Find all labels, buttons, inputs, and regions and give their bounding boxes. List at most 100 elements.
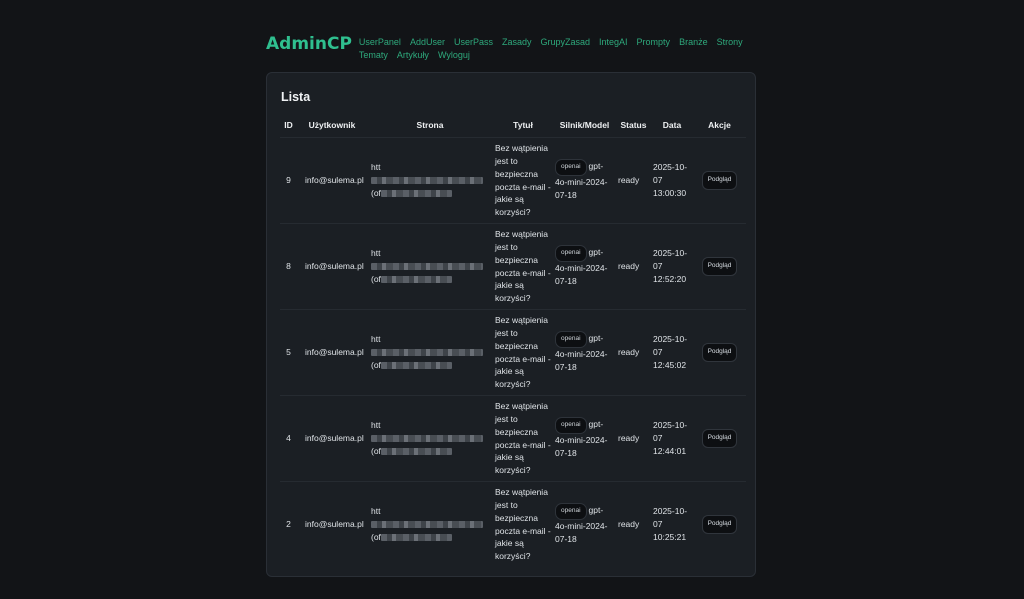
nav-menu: UserPanel AddUser UserPass Zasady GrupyZ… [359,34,766,62]
redacted-url-block [371,177,483,185]
column-header-user: Użytkownik [308,120,356,130]
cell-title: Bez wątpienia jest to bezpieczna poczta … [493,309,553,396]
cell-status: ready [616,223,651,310]
redacted-url-block [380,534,452,542]
table-row: 5 info@sulema.pl htt (of Bez wątpienia j… [280,309,746,396]
cell-engine: openai gpt-4o-mini-2024-07-18 [553,395,616,482]
app-logo[interactable]: AdminCP [266,34,352,54]
nav-link-prompty[interactable]: Prompty [637,36,671,49]
cell-user: info@sulema.pl [297,223,367,310]
cell-date: 2025-10-07 13:00:30 [651,137,693,224]
engine-badge: openai [555,503,587,521]
column-header-status: Status [620,120,647,130]
site-url-prefix: htt [371,506,381,517]
redacted-url-block [371,349,483,357]
cell-user: info@sulema.pl [297,309,367,396]
preview-button[interactable]: Podgląd [701,257,738,276]
nav-link-branze[interactable]: Branże [679,36,708,49]
column-header-title: Tytuł [513,120,533,130]
cell-user: info@sulema.pl [297,395,367,482]
redacted-url-block [380,362,452,370]
column-header-id: ID [284,120,293,130]
nav-link-zasady[interactable]: Zasady [502,36,532,49]
table-row: 2 info@sulema.pl htt (of Bez wątpienia j… [280,481,746,567]
table-row: 8 info@sulema.pl htt (of Bez wątpienia j… [280,223,746,310]
nav-link-tematy[interactable]: Tematy [359,49,388,62]
cell-id: 8 [280,223,297,310]
redacted-url-block [380,276,452,284]
cell-engine: openai gpt-4o-mini-2024-07-18 [553,137,616,224]
site-url-prefix-2: (of [371,273,381,284]
engine-badge: openai [555,245,587,263]
site-url-prefix: htt [371,334,381,345]
cell-user: info@sulema.pl [297,137,367,224]
preview-button[interactable]: Podgląd [701,171,738,190]
nav-link-artykuly[interactable]: Artykuły [397,49,429,62]
engine-badge: openai [555,159,587,177]
column-header-date: Data [662,120,682,130]
cell-id: 4 [280,395,297,482]
cell-date: 2025-10-07 12:52:20 [651,223,693,310]
preview-button[interactable]: Podgląd [701,515,738,534]
site-url-prefix: htt [371,162,381,173]
cell-actions: Podgląd [693,137,746,224]
page-title: Lista [281,90,311,104]
table-header-row: ID Użytkownik Strona Tytuł Silnik/Model … [280,113,746,138]
nav-link-integai[interactable]: IntegAI [599,36,628,49]
cell-title: Bez wątpienia jest to bezpieczna poczta … [493,481,553,567]
site-url-prefix: htt [371,420,381,431]
cell-site: htt (of [367,223,493,310]
column-header-site: Strona [416,120,444,130]
cell-id: 5 [280,309,297,396]
site-url-prefix-2: (of [371,359,381,370]
site-url-prefix-2: (of [371,187,381,198]
nav-link-adduser[interactable]: AddUser [410,36,445,49]
cell-date: 2025-10-07 12:44:01 [651,395,693,482]
cell-date: 2025-10-07 12:45:02 [651,309,693,396]
cell-actions: Podgląd [693,481,746,567]
nav-link-grupyzasad[interactable]: GrupyZasad [540,36,590,49]
cell-engine: openai gpt-4o-mini-2024-07-18 [553,481,616,567]
cell-id: 2 [280,481,297,567]
table-row: 4 info@sulema.pl htt (of Bez wątpienia j… [280,395,746,482]
table-row: 9 info@sulema.pl htt (of Bez wątpienia j… [280,137,746,224]
nav-link-strony[interactable]: Strony [717,36,743,49]
top-navigation: AdminCP UserPanel AddUser UserPass Zasad… [266,34,766,62]
engine-badge: openai [555,417,587,435]
preview-button[interactable]: Podgląd [701,343,738,362]
cell-site: htt (of [367,137,493,224]
cell-site: htt (of [367,395,493,482]
redacted-url-block [371,435,483,443]
redacted-url-block [371,521,483,529]
site-url-prefix: htt [371,248,381,259]
preview-button[interactable]: Podgląd [701,429,738,448]
engine-badge: openai [555,331,587,349]
cell-title: Bez wątpienia jest to bezpieczna poczta … [493,395,553,482]
cell-status: ready [616,309,651,396]
cell-site: htt (of [367,309,493,396]
list-card: Lista ID Użytkownik Strona Tytuł Silnik/… [266,72,756,577]
cell-engine: openai gpt-4o-mini-2024-07-18 [553,223,616,310]
site-url-prefix-2: (of [371,531,381,542]
cell-user: info@sulema.pl [297,481,367,567]
redacted-url-block [380,448,452,456]
cell-title: Bez wątpienia jest to bezpieczna poczta … [493,223,553,310]
column-header-actions: Akcje [708,120,731,130]
articles-table: ID Użytkownik Strona Tytuł Silnik/Model … [280,113,746,567]
cell-actions: Podgląd [693,395,746,482]
nav-link-userpass[interactable]: UserPass [454,36,493,49]
cell-title: Bez wątpienia jest to bezpieczna poczta … [493,137,553,224]
cell-id: 9 [280,137,297,224]
cell-date: 2025-10-07 10:25:21 [651,481,693,567]
cell-status: ready [616,481,651,567]
nav-link-wyloguj[interactable]: Wyloguj [438,49,470,62]
cell-status: ready [616,137,651,224]
site-url-prefix-2: (of [371,445,381,456]
cell-site: htt (of [367,481,493,567]
cell-actions: Podgląd [693,223,746,310]
column-header-engine: Silnik/Model [559,120,610,130]
redacted-url-block [371,263,483,271]
redacted-url-block [380,190,452,198]
nav-link-userpanel[interactable]: UserPanel [359,36,401,49]
cell-engine: openai gpt-4o-mini-2024-07-18 [553,309,616,396]
